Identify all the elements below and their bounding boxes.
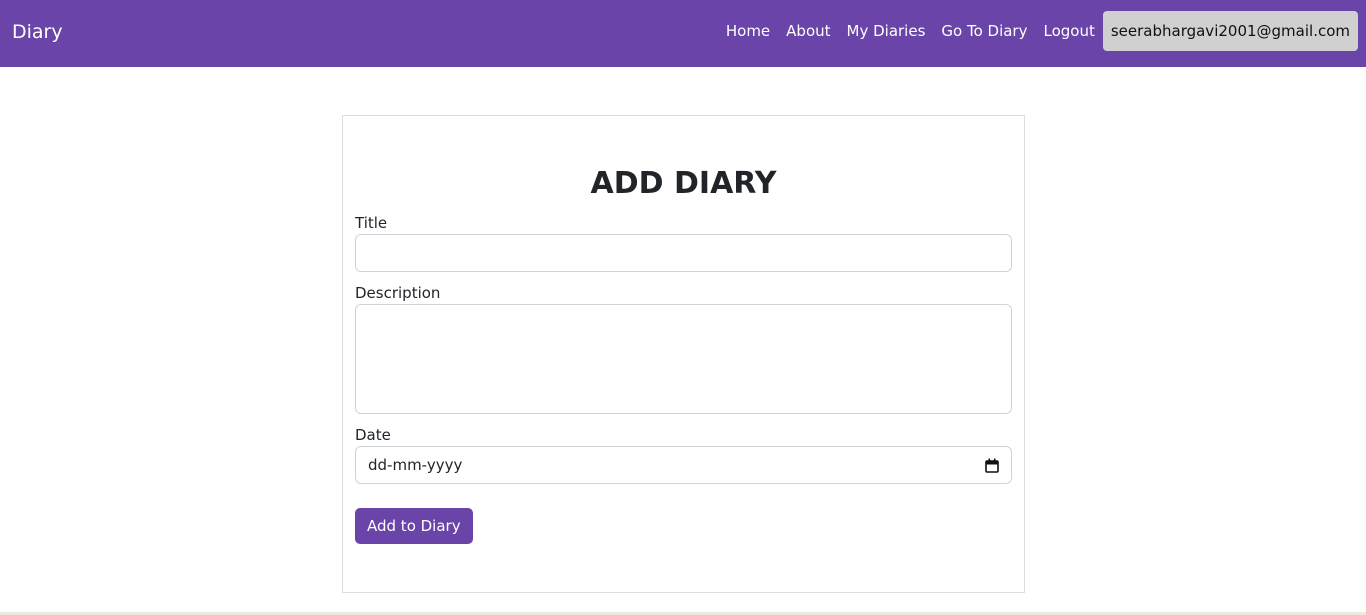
nav-about[interactable]: About [786,11,830,51]
nav-links: Home About My Diaries Go To Diary Logout… [710,11,1358,51]
date-label: Date [355,426,391,444]
navbar: Diary Home About My Diaries Go To Diary … [0,0,1366,67]
title-input[interactable] [355,234,1012,272]
nav-logout[interactable]: Logout [1043,11,1094,51]
date-placeholder: dd-mm-yyyy [368,456,463,474]
description-label: Description [355,284,441,302]
user-email-badge: seerabhargavi2001@gmail.com [1102,11,1358,51]
page-title: ADD DIARY [590,166,777,201]
title-label: Title [355,214,388,232]
description-textarea[interactable] [355,304,1012,414]
nav-home[interactable]: Home [726,11,770,51]
nav-my-diaries[interactable]: My Diaries [847,11,926,51]
calendar-icon[interactable] [985,458,999,473]
nav-go-to-diary[interactable]: Go To Diary [941,11,1027,51]
add-to-diary-button[interactable]: Add to Diary [355,508,473,544]
brand-logo[interactable]: Diary [12,20,63,44]
add-diary-card: ADD DIARY Title Description Date dd-mm-y… [342,115,1025,593]
date-input[interactable]: dd-mm-yyyy [355,446,1012,484]
